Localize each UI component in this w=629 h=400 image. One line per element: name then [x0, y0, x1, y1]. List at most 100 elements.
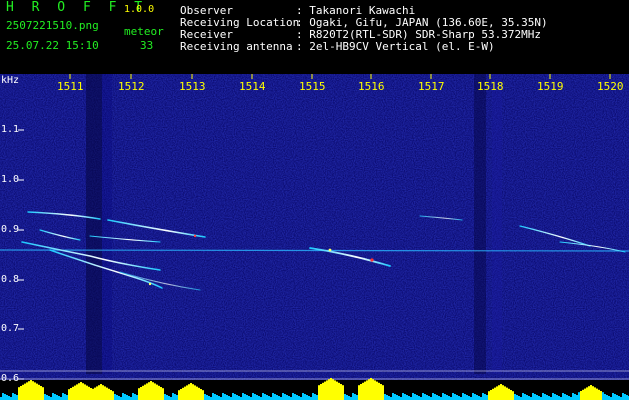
histogram-bar [76, 384, 78, 400]
time-label: 1512 [118, 80, 145, 93]
histogram-bar [392, 393, 394, 400]
histogram-bar [294, 394, 296, 400]
histogram-bar [614, 394, 616, 400]
echo-head-1 [370, 258, 374, 262]
histogram-bar [302, 393, 304, 400]
histogram-bar [108, 388, 110, 400]
histogram-bar [2, 393, 4, 400]
histogram-bar [434, 394, 436, 400]
histogram-bar [542, 393, 544, 400]
histogram-bar [98, 385, 100, 400]
histogram-bar [32, 381, 34, 400]
histogram-bar [568, 396, 570, 400]
histogram-bar [18, 387, 20, 400]
histogram-bar [168, 396, 170, 400]
histogram-bar [322, 382, 324, 400]
histogram-bar [518, 396, 520, 400]
histogram-bar [172, 393, 174, 400]
histogram-bar [468, 396, 470, 400]
histogram-bar [206, 395, 208, 400]
histogram-bar [498, 385, 500, 400]
histogram-bar [352, 393, 354, 400]
histogram-bar [16, 395, 18, 400]
histogram-bar [296, 395, 298, 400]
app-version: 1.0.0 [124, 4, 155, 15]
histogram-bar [184, 386, 186, 400]
histogram-bar [490, 390, 492, 400]
histogram-bar [502, 385, 504, 400]
histogram-bar [626, 395, 628, 400]
histogram-bar [370, 378, 372, 400]
histogram-bar [318, 385, 320, 400]
histogram-bar [472, 393, 474, 400]
histogram-bar [62, 393, 64, 400]
histogram-bar [590, 385, 592, 400]
histogram-bar [288, 396, 290, 400]
histogram-bar [512, 391, 514, 400]
histogram-bar [606, 395, 608, 400]
histogram-bar [454, 394, 456, 400]
histogram-bar [252, 393, 254, 400]
histogram-bar [46, 395, 48, 400]
histogram-bar [182, 387, 184, 400]
histogram-bar [424, 394, 426, 400]
histogram-bar [326, 380, 328, 400]
histogram-bar [198, 387, 200, 400]
histogram-bar [344, 394, 346, 400]
histogram-bar [524, 394, 526, 400]
histogram-bar [14, 394, 16, 400]
axis-unit-label: kHz [1, 75, 20, 86]
histogram-bar [622, 393, 624, 400]
histogram-bar [396, 395, 398, 400]
histogram-bar [438, 396, 440, 400]
histogram-bar [414, 394, 416, 400]
histogram-bar [418, 396, 420, 400]
histogram-bar [304, 394, 306, 400]
histogram-bar [406, 395, 408, 400]
histogram-bar [66, 395, 68, 400]
histogram-bar [408, 396, 410, 400]
histogram-bar [124, 394, 126, 400]
histogram-bar [314, 394, 316, 400]
band-3 [474, 74, 486, 374]
histogram-bar [386, 395, 388, 400]
histogram-bar [218, 396, 220, 400]
histogram-bar [496, 386, 498, 400]
histogram-bar [96, 386, 98, 400]
histogram-bar [388, 396, 390, 400]
histogram-bar [446, 395, 448, 400]
histogram-bar [6, 395, 8, 400]
freq-label: 0.7 [1, 323, 20, 334]
histogram-bar [12, 393, 14, 400]
histogram-bar [364, 381, 366, 400]
histogram-bar [140, 387, 142, 400]
waterfall-spectrogram [0, 74, 629, 400]
histogram-bar [58, 396, 60, 400]
histogram-bar [516, 395, 518, 400]
histogram-bar [552, 393, 554, 400]
histogram-bar [204, 394, 206, 400]
histogram-bar [332, 379, 334, 400]
histogram-bar [476, 395, 478, 400]
histogram-bar [324, 381, 326, 400]
histogram-bar [482, 393, 484, 400]
histogram-bar [536, 395, 538, 400]
histogram-bar [494, 387, 496, 400]
histogram-bar [80, 382, 82, 400]
histogram-bar [56, 395, 58, 400]
histogram-bar [514, 394, 516, 400]
histogram-bar [464, 394, 466, 400]
histogram-bar [508, 388, 510, 400]
histogram-bar [452, 393, 454, 400]
histogram-bar [500, 384, 502, 400]
histogram-bar [248, 396, 250, 400]
histogram-bar [442, 393, 444, 400]
histogram-bar [118, 396, 120, 400]
histogram-bar [484, 394, 486, 400]
histogram-bar [492, 388, 494, 400]
histogram-bar [224, 394, 226, 400]
freq-label: 1.1 [1, 124, 20, 135]
histogram-bar [380, 384, 382, 400]
histogram-bar [78, 383, 80, 400]
histogram-bar [574, 394, 576, 400]
